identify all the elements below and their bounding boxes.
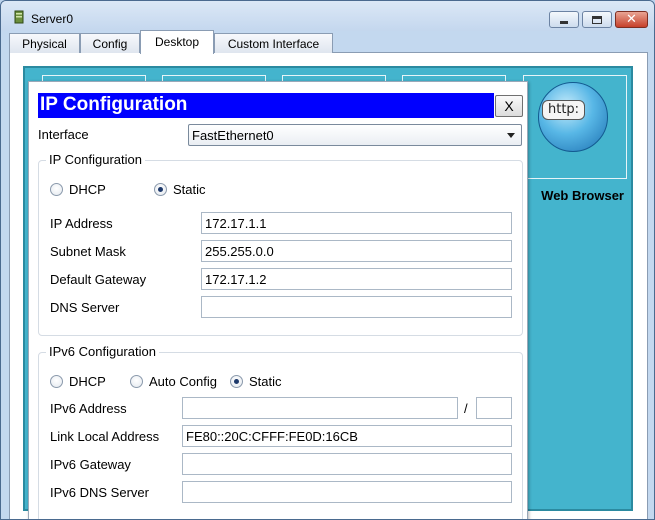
dns-server-field[interactable]	[201, 296, 512, 318]
ipv6-dns-server-label: IPv6 DNS Server	[50, 485, 149, 500]
ipv6-auto-config-label: Auto Config	[149, 374, 217, 389]
close-icon: ✕	[626, 12, 637, 27]
close-button[interactable]: ✕	[615, 11, 648, 28]
chevron-down-icon	[507, 133, 515, 138]
minimize-button[interactable]	[549, 11, 579, 28]
tab-physical[interactable]: Physical	[9, 33, 80, 53]
ipv6-dhcp-label: DHCP	[69, 374, 106, 389]
tab-custom-interface[interactable]: Custom Interface	[214, 33, 333, 53]
interface-select[interactable]: FastEthernet0	[188, 124, 522, 146]
ip-configuration-dialog: IP Configuration X Interface FastEtherne…	[28, 81, 528, 519]
ipv4-static-radio[interactable]	[154, 183, 167, 196]
server-icon	[14, 10, 24, 24]
ipv4-group-title: IP Configuration	[46, 152, 145, 167]
tab-desktop[interactable]: Desktop	[140, 30, 214, 54]
ipv6-gateway-label: IPv6 Gateway	[50, 457, 131, 472]
http-label: http:	[542, 100, 586, 120]
ip-address-label: IP Address	[50, 216, 113, 231]
dialog-title: IP Configuration	[38, 93, 494, 118]
ipv6-address-label: IPv6 Address	[50, 401, 127, 416]
ipv6-group-title: IPv6 Configuration	[46, 344, 159, 359]
ipv4-dhcp-radio[interactable]	[50, 183, 63, 196]
ipv6-static-label: Static	[249, 374, 282, 389]
title-bar: Server0 ✕	[1, 1, 654, 31]
maximize-button[interactable]	[582, 11, 612, 28]
ipv6-gateway-field[interactable]	[182, 453, 512, 475]
ipv4-dhcp-label: DHCP	[69, 182, 106, 197]
ipv6-dns-server-field[interactable]	[182, 481, 512, 503]
ipv6-group: IPv6 Configuration DHCP Auto Config Stat…	[38, 344, 523, 519]
link-local-address-label: Link Local Address	[50, 429, 160, 444]
ipv6-dhcp-radio[interactable]	[50, 375, 63, 388]
server-window: Server0 ✕ Physical Config Custom Interfa…	[0, 0, 655, 520]
subnet-mask-label: Subnet Mask	[50, 244, 126, 259]
interface-value: FastEthernet0	[192, 128, 274, 143]
web-browser-label: Web Browser	[541, 188, 624, 203]
link-local-address-field[interactable]: FE80::20C:CFFF:FE0D:16CB	[182, 425, 512, 447]
ipv4-group: IP Configuration DHCP Static IP Address …	[38, 152, 523, 336]
web-browser-app[interactable]: http: Web Browser	[523, 75, 627, 203]
window-title: Server0	[31, 12, 74, 26]
prefix-separator: /	[464, 401, 468, 416]
ipv6-auto-config-radio[interactable]	[130, 375, 143, 388]
ipv6-prefix-field[interactable]	[476, 397, 512, 419]
ipv4-static-label: Static	[173, 182, 206, 197]
tab-config[interactable]: Config	[80, 33, 140, 53]
maximize-icon	[592, 15, 602, 24]
dialog-close-button[interactable]: X	[495, 95, 523, 117]
ip-address-field[interactable]: 172.17.1.1	[201, 212, 512, 234]
interface-label: Interface	[38, 127, 89, 142]
subnet-mask-field[interactable]: 255.255.0.0	[201, 240, 512, 262]
default-gateway-field[interactable]: 172.17.1.2	[201, 268, 512, 290]
default-gateway-label: Default Gateway	[50, 272, 147, 287]
ipv6-address-field[interactable]	[182, 397, 458, 419]
ipv6-static-radio[interactable]	[230, 375, 243, 388]
dns-server-label: DNS Server	[50, 300, 120, 315]
minimize-icon	[560, 21, 568, 24]
